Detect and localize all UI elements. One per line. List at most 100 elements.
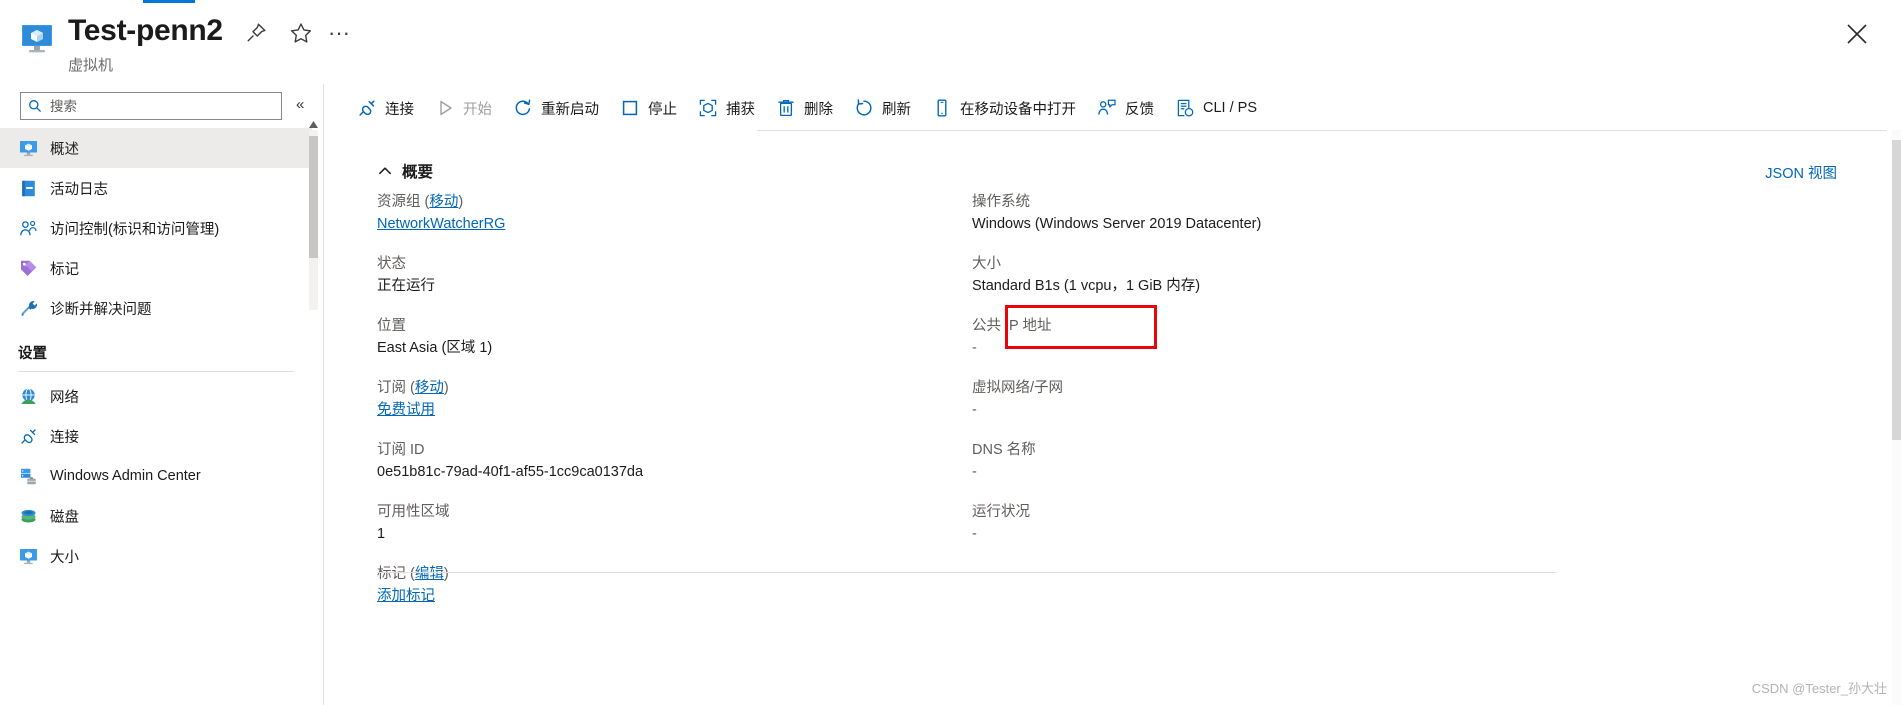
- sidebar-item-label: 标记: [50, 261, 79, 278]
- toolbar-open-in-mobile-button[interactable]: 在移动设备中打开: [927, 90, 1086, 126]
- search-box[interactable]: [20, 92, 282, 120]
- field-value: -: [972, 340, 977, 356]
- toolbar-delete-button[interactable]: 删除: [771, 90, 843, 126]
- field-label: 运行状况: [972, 504, 1030, 520]
- refresh-icon: [853, 97, 875, 119]
- sidebar-item-label: 诊断并解决问题: [50, 301, 152, 318]
- field-value: -: [972, 464, 977, 480]
- field-size: 大小 Standard B1s (1 vcpu，1 GiB 内存): [972, 254, 1592, 297]
- sidebar-scroll-up-arrow[interactable]: [308, 120, 319, 130]
- azure-portal-vm-overview: Test-penn2 虚拟机 ··· 搜索 « 概述 活动日志 访问控制(标识和…: [0, 0, 1901, 705]
- toolbar-connect-button[interactable]: 连接: [352, 90, 424, 126]
- size-vm-icon: [18, 546, 38, 566]
- more-options-icon[interactable]: ···: [325, 20, 353, 48]
- search-input[interactable]: [48, 95, 281, 117]
- toolbar-feedback-button[interactable]: 反馈: [1092, 90, 1164, 126]
- toolbar-button-label: 重新启动: [541, 101, 599, 118]
- field-value: Windows (Windows Server 2019 Datacenter): [972, 216, 1262, 232]
- move-link[interactable]: 移动: [415, 380, 444, 396]
- toolbar-cli-ps-button[interactable]: CLI / PS: [1170, 90, 1267, 126]
- field-value: 免费试用: [377, 400, 937, 421]
- toolbar-capture-button[interactable]: 捕获: [693, 90, 765, 126]
- essentials-section-header[interactable]: 概要: [377, 160, 433, 182]
- stop-icon: [619, 97, 641, 119]
- sidebar-item-size[interactable]: 大小: [0, 536, 312, 576]
- essentials-left-column: 资源组 (移动) NetworkWatcherRG 状态 正在运行 位置 Eas…: [377, 192, 937, 626]
- sidebar: « 概述: [0, 84, 324, 705]
- sidebar-item-access-control[interactable]: 访问控制(标识和访问管理): [0, 208, 312, 248]
- toolbar-button-label: 反馈: [1125, 101, 1154, 118]
- collapse-sidebar-button[interactable]: «: [296, 96, 304, 114]
- favorite-star-icon[interactable]: [288, 20, 316, 48]
- edit-link[interactable]: 编辑: [415, 566, 444, 582]
- field-value: Standard B1s (1 vcpu，1 GiB 内存): [972, 278, 1201, 294]
- field-value: 0e51b81c-79ad-40f1-af55-1cc9ca0137da: [377, 464, 644, 480]
- sidebar-item-label: 大小: [50, 549, 79, 566]
- sidebar-item-activity-log[interactable]: 活动日志: [0, 168, 312, 208]
- page-subtitle: 虚拟机: [68, 57, 114, 74]
- command-toolbar: 连接 开始 重新启动 停止 捕获 删除 刷新 在移动设备中打开 反馈 CLI /…: [352, 90, 1273, 126]
- toolbar-restart-button[interactable]: 重新启动: [508, 90, 609, 126]
- field-public-ip-address: 公共 IP 地址 -: [972, 316, 1592, 359]
- toolbar-button-label: 刷新: [882, 101, 911, 118]
- field-label: 资源组 (移动): [377, 194, 464, 210]
- field-value: 添加标记: [377, 586, 937, 607]
- sidebar-item-tags[interactable]: 标记: [0, 248, 312, 288]
- field-label: 虚拟网络/子网: [972, 380, 1064, 396]
- page-header: Test-penn2 虚拟机 ···: [0, 0, 1901, 84]
- sidebar-item-label: 磁盘: [50, 509, 79, 526]
- pin-icon[interactable]: [243, 20, 271, 48]
- disk-icon: [18, 506, 38, 526]
- field-label: 位置: [377, 318, 406, 334]
- content-scrollbar-thumb[interactable]: [1892, 140, 1901, 440]
- toolbar-start-button[interactable]: 开始: [430, 90, 502, 126]
- move-link[interactable]: 移动: [429, 194, 458, 210]
- toolbar-button-label: 在移动设备中打开: [960, 101, 1076, 118]
- toolbar-button-label: 停止: [648, 101, 677, 118]
- resource-group-link[interactable]: NetworkWatcherRG: [377, 216, 505, 232]
- connect-icon: [356, 97, 378, 119]
- play-icon: [434, 97, 456, 119]
- delete-icon: [775, 97, 797, 119]
- field-dns-name: DNS 名称 -: [972, 440, 1592, 483]
- field-label: 大小: [972, 256, 1001, 272]
- toolbar-refresh-button[interactable]: 刷新: [849, 90, 921, 126]
- essentials-section-title: 概要: [402, 164, 434, 181]
- field-label: 操作系统: [972, 194, 1030, 210]
- field-location: 位置 East Asia (区域 1): [377, 316, 937, 359]
- toolbar-button-label: 删除: [804, 101, 833, 118]
- toolbar-button-label: CLI / PS: [1203, 100, 1257, 116]
- subscription-link[interactable]: 免费试用: [377, 402, 435, 418]
- sidebar-item-connect[interactable]: 连接: [0, 416, 312, 456]
- capture-icon: [697, 97, 719, 119]
- tag-icon: [18, 258, 38, 278]
- add-tag-link[interactable]: 添加标记: [377, 588, 435, 604]
- virtual-machine-icon: [20, 22, 54, 56]
- field-subscription-id: 订阅 ID 0e51b81c-79ad-40f1-af55-1cc9ca0137…: [377, 440, 937, 483]
- sidebar-item-network[interactable]: 网络: [0, 376, 312, 416]
- sidebar-item-windows-admin-center[interactable]: Windows Admin Center: [0, 456, 312, 496]
- content-bottom-divider: [377, 572, 1557, 573]
- field-value: East Asia (区域 1): [377, 340, 493, 356]
- essentials-right-column: 操作系统 Windows (Windows Server 2019 Datace…: [972, 192, 1592, 564]
- sidebar-item-label: 访问控制(标识和访问管理): [50, 221, 220, 238]
- diagnose-icon: [18, 298, 38, 318]
- connect-icon: [18, 426, 38, 446]
- overview-content: 概要 JSON 视图 资源组 (移动) NetworkWatcherRG 状态 …: [352, 130, 1901, 705]
- sidebar-item-diagnose[interactable]: 诊断并解决问题: [0, 288, 312, 328]
- sidebar-scrollbar-thumb[interactable]: [309, 136, 318, 258]
- json-view-link[interactable]: JSON 视图: [1765, 162, 1837, 183]
- field-value: 正在运行: [377, 278, 435, 294]
- sidebar-item-label: 网络: [50, 389, 79, 406]
- sidebar-item-overview[interactable]: 概述: [0, 128, 312, 168]
- field-value: -: [972, 402, 977, 418]
- field-status: 状态 正在运行: [377, 254, 937, 297]
- field-resource-group: 资源组 (移动) NetworkWatcherRG: [377, 192, 937, 235]
- field-label: 状态: [377, 256, 406, 272]
- sidebar-scroll-area: 概述 活动日志 访问控制(标识和访问管理) 标记 诊断并解决问题 设置 网络 连…: [0, 128, 324, 705]
- sidebar-item-disks[interactable]: 磁盘: [0, 496, 312, 536]
- sidebar-item-label: 概述: [50, 141, 79, 158]
- toolbar-stop-button[interactable]: 停止: [615, 90, 687, 126]
- field-label: 订阅 ID: [377, 442, 425, 458]
- close-icon[interactable]: [1841, 18, 1873, 50]
